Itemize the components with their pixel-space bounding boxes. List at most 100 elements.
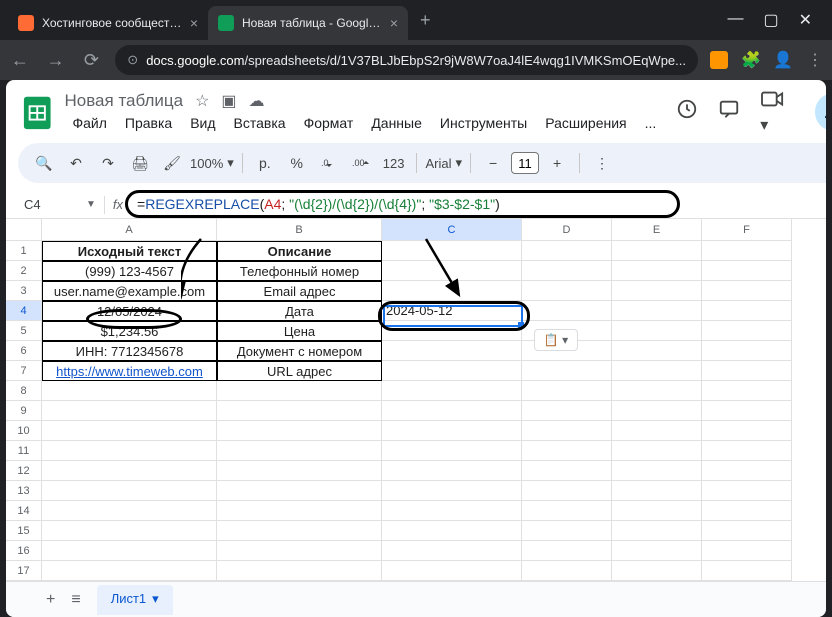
close-icon[interactable]: × — [390, 15, 398, 31]
paste-options-button[interactable]: 📋 ▾ — [534, 329, 578, 351]
cell[interactable] — [702, 441, 792, 461]
percent-button[interactable]: % — [283, 149, 311, 177]
currency-button[interactable]: р. — [251, 149, 279, 177]
extension-icon[interactable] — [710, 51, 728, 69]
cell[interactable] — [382, 421, 522, 441]
cell[interactable] — [382, 321, 522, 341]
cell[interactable] — [217, 401, 382, 421]
cell[interactable] — [612, 281, 702, 301]
search-icon[interactable]: 🔍 — [30, 149, 58, 177]
cell[interactable] — [382, 561, 522, 581]
browser-tab-2[interactable]: Новая таблица - Google Табли... × — [208, 6, 408, 40]
cell[interactable] — [522, 501, 612, 521]
cell[interactable] — [612, 401, 702, 421]
column-header[interactable]: D — [522, 219, 612, 241]
meet-icon[interactable]: ▾ — [760, 88, 795, 135]
cell[interactable] — [702, 561, 792, 581]
profile-icon[interactable]: 👤 — [774, 51, 792, 69]
cell[interactable] — [382, 281, 522, 301]
cell[interactable] — [702, 401, 792, 421]
cell[interactable] — [702, 281, 792, 301]
comments-icon[interactable] — [718, 98, 740, 125]
cell[interactable]: ИНН: 7712345678 — [42, 341, 217, 361]
cell[interactable] — [522, 401, 612, 421]
row-header[interactable]: 13 — [6, 481, 42, 501]
cell[interactable]: $1,234.56 — [42, 321, 217, 341]
minimize-icon[interactable]: — — [727, 10, 743, 30]
menu-format[interactable]: Формат — [296, 113, 362, 133]
cell[interactable] — [702, 341, 792, 361]
cell[interactable] — [702, 321, 792, 341]
row-header[interactable]: 4 — [6, 301, 42, 321]
cell[interactable] — [612, 541, 702, 561]
cell[interactable]: 12/05/2024 — [42, 301, 217, 321]
column-header[interactable]: A — [42, 219, 217, 241]
cell[interactable] — [42, 381, 217, 401]
row-header[interactable]: 5 — [6, 321, 42, 341]
cell[interactable] — [42, 501, 217, 521]
select-all-corner[interactable] — [6, 219, 42, 241]
cell[interactable] — [522, 561, 612, 581]
cell[interactable]: URL адрес — [217, 361, 382, 381]
add-sheet-button[interactable]: + — [46, 591, 55, 609]
cell[interactable] — [382, 501, 522, 521]
cell[interactable] — [42, 521, 217, 541]
cell[interactable] — [612, 421, 702, 441]
cell[interactable] — [522, 361, 612, 381]
cell[interactable] — [382, 481, 522, 501]
menu-insert[interactable]: Вставка — [226, 113, 294, 133]
cell[interactable] — [217, 541, 382, 561]
cell[interactable] — [702, 261, 792, 281]
cell[interactable] — [217, 421, 382, 441]
cell[interactable] — [42, 421, 217, 441]
cell[interactable] — [702, 521, 792, 541]
cell[interactable] — [382, 401, 522, 421]
cell[interactable] — [382, 541, 522, 561]
extensions-icon[interactable]: 🧩 — [742, 51, 760, 69]
cell[interactable] — [522, 421, 612, 441]
cell[interactable] — [702, 461, 792, 481]
browser-tab-1[interactable]: Хостинговое сообщество «Tim... × — [8, 6, 208, 40]
menu-file[interactable]: Файл — [64, 113, 114, 133]
cell[interactable] — [217, 481, 382, 501]
cell[interactable]: Email адрес — [217, 281, 382, 301]
url-input[interactable]: ⊙ docs.google.com/spreadsheets/d/1V37BLJ… — [115, 45, 698, 75]
cell[interactable] — [522, 381, 612, 401]
cell[interactable] — [702, 241, 792, 261]
cell[interactable] — [522, 521, 612, 541]
cell[interactable] — [522, 441, 612, 461]
increase-font-button[interactable]: + — [543, 149, 571, 177]
site-info-icon[interactable]: ⊙ — [127, 52, 138, 68]
row-header[interactable]: 14 — [6, 501, 42, 521]
menu-extensions[interactable]: Расширения — [537, 113, 634, 133]
column-header[interactable]: E — [612, 219, 702, 241]
increase-decimal-button[interactable]: .00 — [347, 149, 375, 177]
back-icon[interactable]: ← — [8, 50, 32, 71]
share-button[interactable] — [815, 94, 826, 130]
cloud-icon[interactable]: ☁ — [249, 91, 265, 111]
row-header[interactable]: 17 — [6, 561, 42, 581]
sheets-logo-icon[interactable] — [22, 92, 52, 132]
more-toolbar-icon[interactable]: ⋮ — [588, 149, 616, 177]
cell[interactable]: Дата — [217, 301, 382, 321]
formula-input[interactable]: =REGEXREPLACE(A4; "(\d{2})/(\d{2})/(\d{4… — [131, 194, 826, 216]
cell[interactable] — [702, 541, 792, 561]
undo-icon[interactable]: ↶ — [62, 149, 90, 177]
cell[interactable] — [612, 241, 702, 261]
star-icon[interactable]: ☆ — [195, 91, 209, 111]
sheet-tab[interactable]: Лист1 ▾ — [97, 585, 173, 615]
print-icon[interactable]: 🖨 — [126, 149, 154, 177]
row-header[interactable]: 1 — [6, 241, 42, 261]
cell[interactable] — [217, 441, 382, 461]
column-header[interactable]: B — [217, 219, 382, 241]
cell[interactable] — [382, 341, 522, 361]
cell[interactable] — [42, 541, 217, 561]
maximize-icon[interactable]: ▢ — [763, 10, 778, 30]
column-header[interactable]: F — [702, 219, 792, 241]
history-icon[interactable] — [676, 98, 698, 125]
cell[interactable] — [612, 341, 702, 361]
cell[interactable] — [522, 301, 612, 321]
all-sheets-button[interactable]: ≡ — [71, 591, 80, 609]
cell[interactable] — [612, 301, 702, 321]
cell[interactable] — [217, 521, 382, 541]
